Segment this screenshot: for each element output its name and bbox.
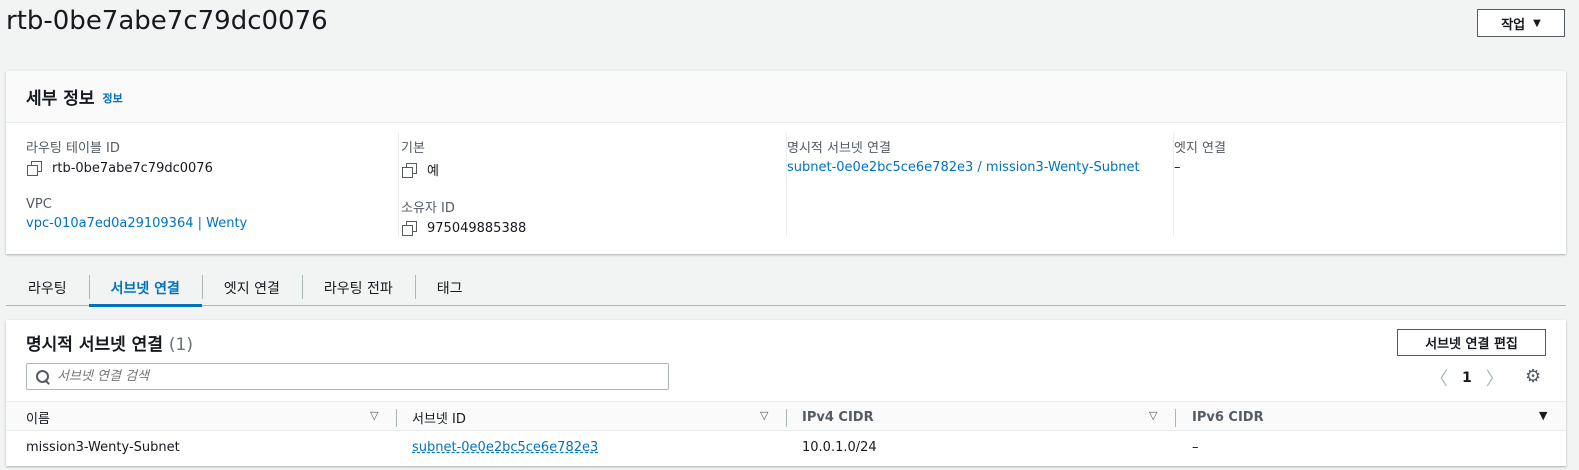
tab-subnet-associations[interactable]: 서브넷 연결 <box>88 270 203 307</box>
explicit-subnet-link[interactable]: subnet-0e0e2bc5ce6e782e3 / mission3-Went… <box>787 160 1140 175</box>
actions-button[interactable]: 작업 ▼ <box>1477 9 1565 37</box>
prev-page-icon[interactable]: 〈 <box>1430 365 1448 391</box>
route-table-id-label: 라우팅 테이블 ID <box>26 141 120 156</box>
search-input[interactable] <box>57 369 647 384</box>
owner-id-field: 소유자 ID 975049885388 <box>401 197 526 236</box>
search-box <box>26 363 669 390</box>
explicit-subnet-label: 명시적 서브넷 연결 <box>787 141 891 156</box>
owner-id-row: 975049885388 <box>401 220 526 236</box>
column-header-ipv6-cidr[interactable]: IPv6 CIDR <box>1192 402 1264 432</box>
search-icon <box>35 369 51 385</box>
vpc-link[interactable]: vpc-010a7ed0a29109364 | Wenty <box>26 216 247 231</box>
route-table-id-row: rtb-0be7abe7c79dc0076 <box>26 160 213 176</box>
actions-label: 작업 <box>1501 17 1526 33</box>
edge-label: 엣지 연결 <box>1174 141 1226 156</box>
tab-route-propagation[interactable]: 라우팅 전파 <box>301 270 415 306</box>
cell-ipv4-cidr: 10.0.1.0/24 <box>802 439 877 455</box>
main-value: 예 <box>427 164 439 179</box>
copy-icon[interactable] <box>26 160 42 176</box>
details-title: 세부 정보 <box>26 89 95 109</box>
page-title: rtb-0be7abe7c79dc0076 <box>6 6 328 36</box>
column-header-subnet-id[interactable]: 서브넷 ID <box>412 402 466 432</box>
pagination: 〈 1 〉 <box>1430 365 1504 391</box>
sort-icon[interactable]: ▽ <box>370 409 378 422</box>
cell-subnet-id-link[interactable]: subnet-0e0e2bc5ce6e782e3 <box>412 440 598 455</box>
page-number[interactable]: 1 <box>1462 370 1472 386</box>
column-header-name[interactable]: 이름 <box>26 402 50 432</box>
owner-id-label: 소유자 ID <box>401 201 455 216</box>
main-label: 기본 <box>401 141 425 156</box>
explicit-subnet-field: 명시적 서브넷 연결 subnet-0e0e2bc5ce6e782e3 / mi… <box>787 137 1140 175</box>
next-page-icon[interactable]: 〉 <box>1486 365 1504 391</box>
table-title: 명시적 서브넷 연결 (1) <box>26 330 193 355</box>
cell-ipv6-cidr: – <box>1192 439 1199 455</box>
main-field: 기본 예 <box>401 137 439 179</box>
copy-icon[interactable] <box>401 220 417 236</box>
details-header: 세부 정보 정보 <box>6 71 1566 123</box>
gear-icon[interactable]: ⚙ <box>1525 366 1541 387</box>
tab-tags[interactable]: 태그 <box>414 270 485 306</box>
route-table-id-field: 라우팅 테이블 ID rtb-0be7abe7c79dc0076 <box>26 137 213 176</box>
details-panel: 세부 정보 정보 라우팅 테이블 ID rtb-0be7abe7c79dc007… <box>6 71 1566 254</box>
column-separator[interactable] <box>786 409 787 427</box>
copy-icon[interactable] <box>401 162 417 178</box>
table-count: (1) <box>168 335 193 355</box>
vpc-label: VPC <box>26 197 52 212</box>
edit-subnet-associations-button[interactable]: 서브넷 연결 편집 <box>1397 329 1546 356</box>
table-title-text: 명시적 서브넷 연결 <box>26 335 163 355</box>
main-row: 예 <box>401 160 439 179</box>
column-divider <box>398 133 399 237</box>
info-link[interactable]: 정보 <box>102 90 122 106</box>
edge-value: – <box>1174 160 1181 175</box>
sort-icon[interactable]: ▽ <box>760 409 768 422</box>
edge-field: 엣지 연결 – <box>1174 137 1226 175</box>
cell-name: mission3-Wenty-Subnet <box>26 439 180 455</box>
table-row: mission3-Wenty-Subnet subnet-0e0e2bc5ce6… <box>6 431 1566 463</box>
subnet-associations-panel: 명시적 서브넷 연결 (1) 서브넷 연결 편집 〈 1 〉 ⚙ 이름 ▽ 서브… <box>6 320 1566 466</box>
route-table-id-value: rtb-0be7abe7c79dc0076 <box>52 160 213 176</box>
tab-bar: 라우팅 서브넷 연결 엣지 연결 라우팅 전파 태그 <box>6 270 1566 307</box>
owner-id-value: 975049885388 <box>427 220 527 236</box>
column-separator[interactable] <box>396 409 397 427</box>
column-separator[interactable] <box>1175 409 1176 427</box>
caret-down-icon: ▼ <box>1533 17 1541 29</box>
column-header-ipv4-cidr[interactable]: IPv4 CIDR <box>802 402 874 432</box>
sort-desc-icon[interactable]: ▼ <box>1539 409 1547 422</box>
tab-edge-associations[interactable]: 엣지 연결 <box>201 270 302 306</box>
sort-icon[interactable]: ▽ <box>1149 409 1157 422</box>
table-header: 이름 ▽ 서브넷 ID ▽ IPv4 CIDR ▽ IPv6 CIDR ▼ <box>6 401 1566 431</box>
tab-routes[interactable]: 라우팅 <box>6 270 89 306</box>
vpc-field: VPC vpc-010a7ed0a29109364 | Wenty <box>26 197 247 231</box>
